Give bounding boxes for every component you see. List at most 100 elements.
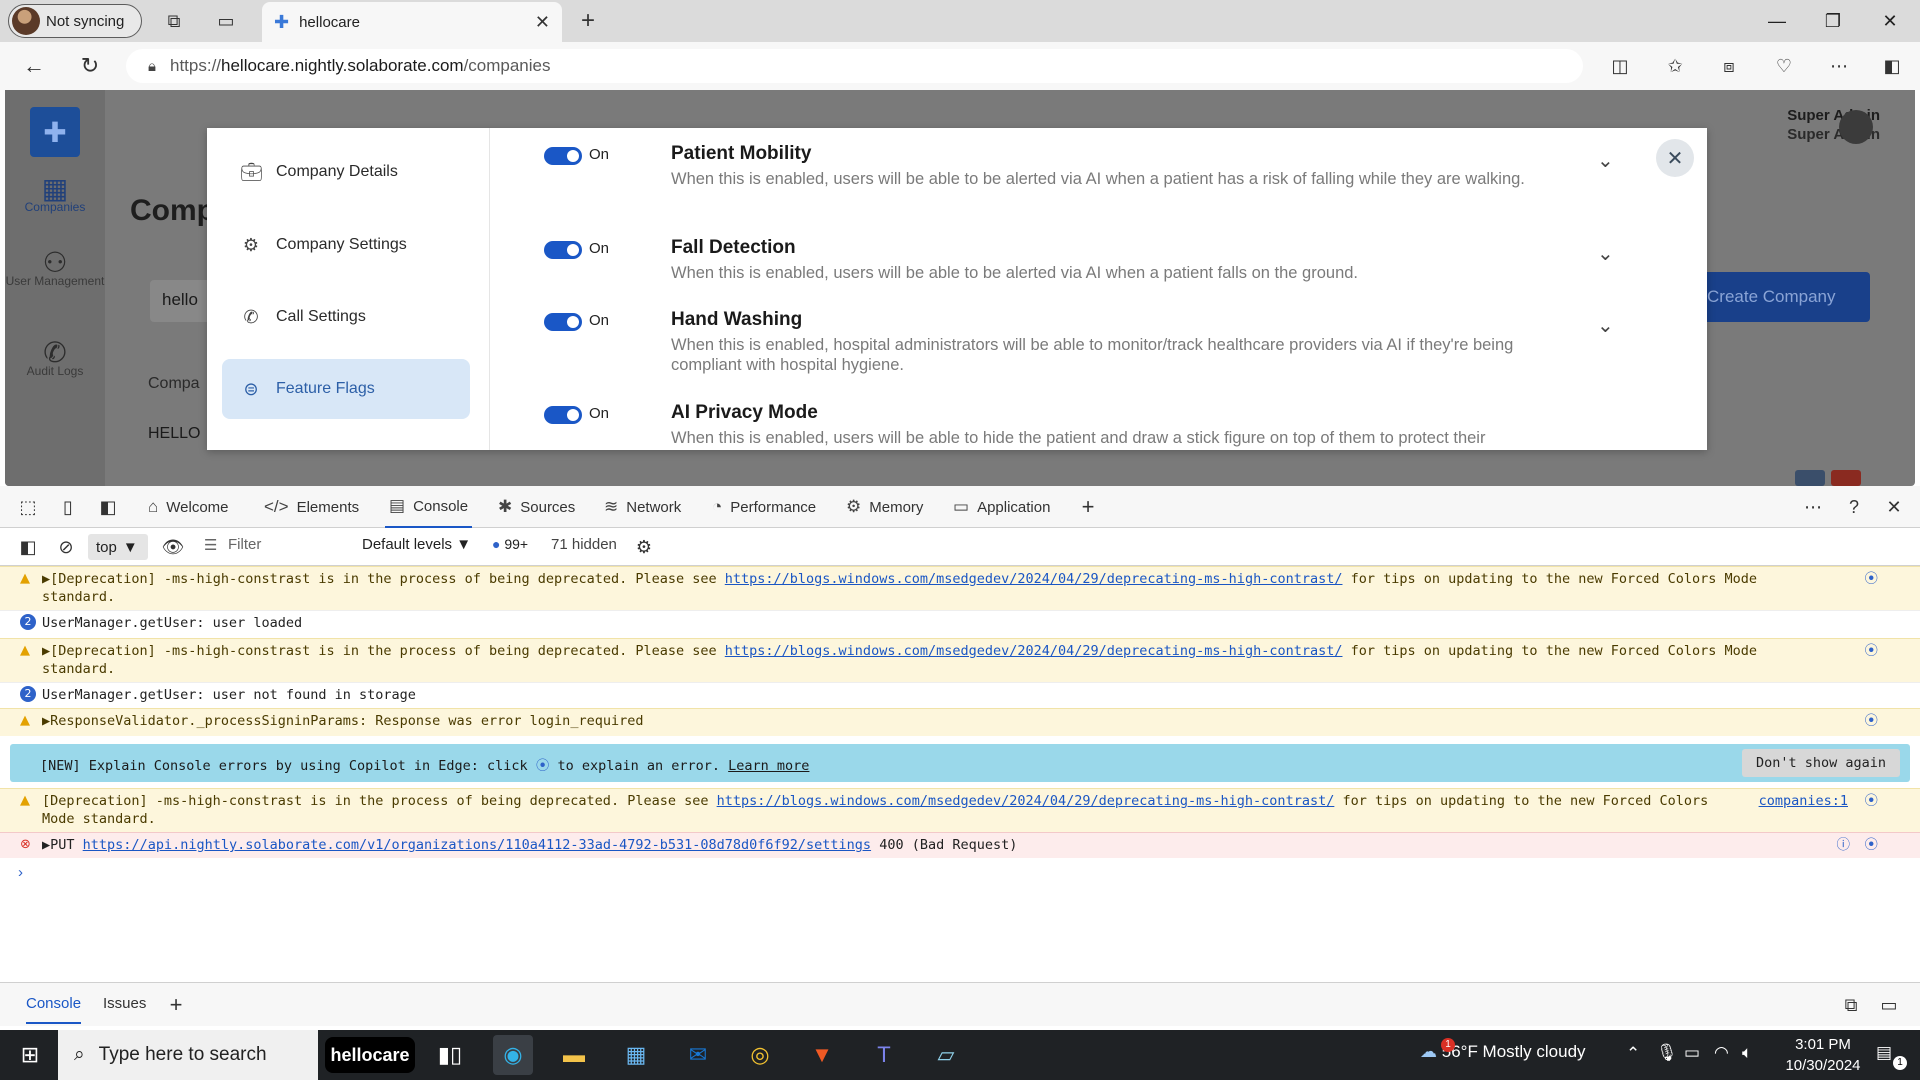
favorites-icon[interactable]: ✩ <box>1659 50 1691 82</box>
context-selector[interactable]: top ▼ <box>88 534 148 560</box>
drawer-tab-issues[interactable]: Issues <box>103 995 146 1012</box>
modal-nav-company-details[interactable]: 💼︎ Company Details <box>222 142 470 202</box>
devtools-close-icon[interactable]: ✕ <box>1878 491 1910 523</box>
deprecation-link[interactable]: https://blogs.windows.com/msedgedev/2024… <box>725 643 1343 659</box>
delete-row-button[interactable] <box>1831 470 1861 486</box>
patient-mobility-chevron-down-icon[interactable]: ⌄ <box>1597 148 1614 173</box>
teams-icon[interactable]: T <box>864 1035 904 1075</box>
add-tab-icon[interactable]: + <box>1072 491 1104 523</box>
address-field[interactable]: 🔒︎ https://hellocare.nightly.solaborate.… <box>126 49 1583 83</box>
console-message-error[interactable]: ⊗ ▶PUT https://api.nightly.solaborate.co… <box>0 832 1920 858</box>
live-expression-eye-icon[interactable]: 👁︎ <box>157 531 189 563</box>
log-levels-dropdown[interactable]: Default levels ▼ <box>362 536 471 553</box>
inspect-element-icon[interactable]: ⬚ <box>12 491 44 523</box>
hellocare-logo[interactable]: ✚ <box>30 107 80 157</box>
request-url-link[interactable]: https://api.nightly.solaborate.com/v1/or… <box>83 837 871 853</box>
copilot-explain-icon[interactable]: ⦿ <box>1865 642 1879 660</box>
drawer-add-tab-icon[interactable]: + <box>160 989 192 1021</box>
console-message-warning[interactable]: ▲ ▶[Deprecation] -ms-high-constrast is i… <box>0 638 1920 682</box>
pinned-hellocare-icon[interactable]: hellocare <box>325 1037 415 1073</box>
expand-triangle-icon[interactable]: ▶ <box>42 837 50 853</box>
modal-nav-call-settings[interactable]: ✆ Call Settings <box>222 287 470 347</box>
taskbar-search-box[interactable]: ⌕ Type here to search <box>58 1030 318 1080</box>
fall-detection-toggle[interactable] <box>544 241 582 259</box>
workspaces-icon[interactable]: ⧉ <box>158 5 190 37</box>
window-close-icon[interactable]: ✕ <box>1868 6 1912 36</box>
split-screen-icon[interactable]: ◫ <box>1604 50 1636 82</box>
create-company-button[interactable]: Create Company <box>1685 272 1870 322</box>
tab-elements[interactable]: </> Elements <box>264 486 359 528</box>
outlook-icon[interactable]: ✉ <box>678 1035 718 1075</box>
console-filter-input[interactable]: Filter <box>228 536 261 553</box>
windows-start-icon[interactable]: ⊞ <box>10 1035 50 1075</box>
battery-icon[interactable]: ▭ <box>1684 1043 1700 1063</box>
edge-browser-icon[interactable]: ◉ <box>493 1035 533 1075</box>
copilot-explain-icon[interactable]: ⦿ <box>1865 570 1879 588</box>
console-message-info[interactable]: 2 UserManager.getUser: user loaded <box>0 610 1920 638</box>
task-view-icon[interactable]: ▮▯ <box>430 1035 470 1075</box>
edit-row-button[interactable] <box>1795 470 1825 486</box>
console-message-info[interactable]: 2 UserManager.getUser: user not found in… <box>0 682 1920 708</box>
notifications-icon[interactable]: ▤ <box>1876 1043 1892 1063</box>
nav-item-user-management[interactable]: ⚇ User Management <box>5 249 105 289</box>
more-menu-icon[interactable]: ⋯ <box>1823 50 1855 82</box>
microphone-icon[interactable]: 🎙︎ <box>1656 1043 1678 1063</box>
tab-sources[interactable]: ✱ Sources <box>498 486 575 528</box>
console-message-warning[interactable]: ▲ ▶ResponseValidator._processSigninParam… <box>0 708 1920 736</box>
tab-welcome[interactable]: ⌂ Welcome <box>148 486 229 528</box>
console-prompt-icon[interactable]: › <box>18 864 23 881</box>
tab-performance[interactable]: ◔ Performance <box>712 486 816 528</box>
collections-icon[interactable]: ⧈ <box>1713 50 1745 82</box>
modal-nav-company-settings[interactable]: ⚙ Company Settings <box>222 215 470 275</box>
tab-console[interactable]: ▤ Console <box>385 486 473 528</box>
network-wifi-icon[interactable]: ◠ <box>1714 1043 1729 1063</box>
volume-icon[interactable]: 🔈︎ <box>1742 1043 1752 1063</box>
device-emulation-icon[interactable]: ▯ <box>52 491 84 523</box>
expand-triangle-icon[interactable]: ▶ <box>42 643 50 659</box>
message-count-badge[interactable]: ● 99+ <box>492 536 528 552</box>
ai-privacy-mode-toggle[interactable] <box>544 406 582 424</box>
minimize-icon[interactable]: — <box>1755 6 1799 36</box>
drawer-tab-console[interactable]: Console <box>26 995 82 1024</box>
microsoft-store-icon[interactable]: ▦ <box>616 1035 656 1075</box>
network-request-icon[interactable]: ⓘ <box>1837 836 1851 854</box>
new-tab-icon[interactable]: + <box>572 5 604 37</box>
console-sidebar-icon[interactable]: ◧ <box>12 531 44 563</box>
nav-item-companies[interactable]: ▦ Companies <box>5 175 105 215</box>
browser-essentials-icon[interactable]: ♡ <box>1768 50 1800 82</box>
chrome-icon[interactable]: ◎ <box>740 1035 780 1075</box>
modal-nav-feature-flags[interactable]: ⊜ Feature Flags <box>222 359 470 419</box>
restore-icon[interactable]: ❐ <box>1811 6 1855 36</box>
brave-icon[interactable]: ▼ <box>802 1035 842 1075</box>
browser-tab-active[interactable]: ✚ hellocare ✕ <box>262 2 562 42</box>
expand-triangle-icon[interactable]: ▶ <box>42 713 50 729</box>
devtools-more-icon[interactable]: ⋯ <box>1797 491 1829 523</box>
tab-close-icon[interactable]: ✕ <box>535 12 550 33</box>
deprecation-link[interactable]: https://blogs.windows.com/msedgedev/2024… <box>717 793 1335 809</box>
expand-triangle-icon[interactable]: ▶ <box>42 571 50 587</box>
hand-washing-chevron-down-icon[interactable]: ⌄ <box>1597 313 1614 338</box>
learn-more-link[interactable]: Learn more <box>728 758 809 774</box>
fall-detection-chevron-down-icon[interactable]: ⌄ <box>1597 241 1614 266</box>
patient-mobility-toggle[interactable] <box>544 147 582 165</box>
copilot-explain-icon[interactable]: ⦿ <box>1865 712 1879 730</box>
console-message-warning[interactable]: ▲ [Deprecation] -ms-high-constrast is in… <box>0 788 1920 832</box>
copilot-explain-icon[interactable]: ⦿ <box>1865 836 1879 854</box>
sidebar-toggle-icon[interactable]: ◧ <box>1876 50 1908 82</box>
dont-show-again-button[interactable]: Don't show again <box>1741 749 1900 777</box>
console-input[interactable] <box>40 860 1900 884</box>
tab-network[interactable]: ≋ Network <box>604 486 681 528</box>
nav-item-audit-logs[interactable]: ✆ Audit Logs <box>5 339 105 379</box>
hand-washing-toggle[interactable] <box>544 313 582 331</box>
console-message-warning[interactable]: ▲ ▶[Deprecation] -ms-high-constrast is i… <box>0 566 1920 610</box>
help-icon[interactable]: ? <box>1838 491 1870 523</box>
tab-actions-icon[interactable]: ▭ <box>210 5 242 37</box>
drawer-close-icon[interactable]: ▭ <box>1873 989 1905 1021</box>
dock-side-icon[interactable]: ◧ <box>92 491 124 523</box>
source-location-link[interactable]: companies:1 <box>1759 792 1848 810</box>
tab-memory[interactable]: ⚙ Memory <box>846 486 923 528</box>
console-settings-gear-icon[interactable]: ⚙ <box>628 531 660 563</box>
user-avatar[interactable] <box>1839 110 1873 144</box>
profile-button[interactable]: Not syncing <box>8 4 142 38</box>
clear-console-icon[interactable]: ⊘ <box>50 531 82 563</box>
